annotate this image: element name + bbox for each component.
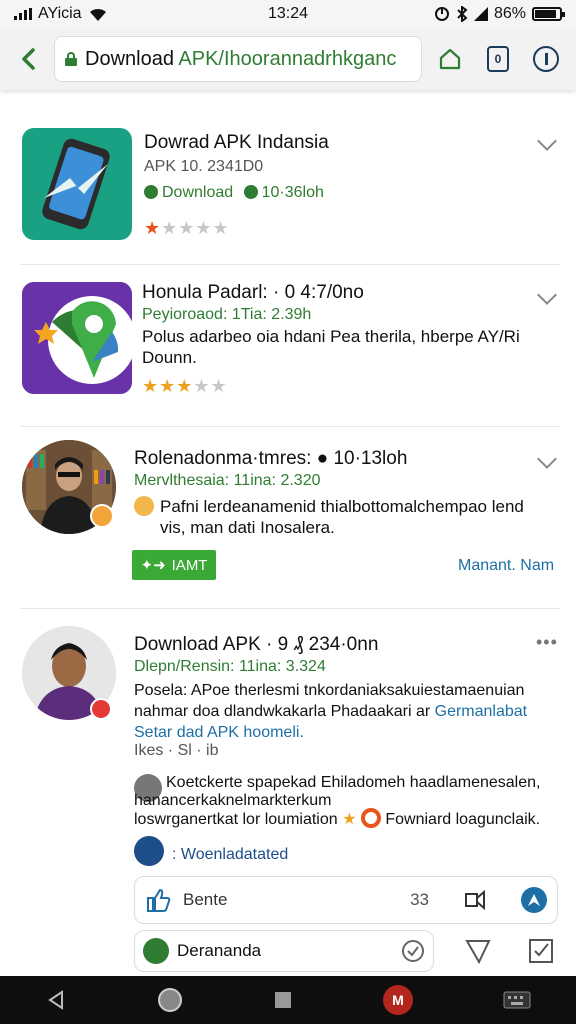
desc-link[interactable]: Germanlabat xyxy=(435,703,528,720)
feed-item[interactable]: Dowrad APK Indansia APK 10. 2341D0 Downl… xyxy=(0,108,576,264)
browser-toolbar: Download APK/Ihoorannadrhkganc 0 xyxy=(0,28,576,90)
action-bar: Bente 33 xyxy=(134,876,558,924)
info-icon xyxy=(533,46,559,72)
url-host: Download xyxy=(85,47,179,70)
signal-icon xyxy=(14,8,32,20)
app-title[interactable]: Dowrad APK Indansia xyxy=(144,132,329,154)
bluetooth-icon xyxy=(457,6,468,22)
comment-tagline-2[interactable]: Fowniard loagunclaik. xyxy=(385,811,540,828)
attachment-avatar[interactable] xyxy=(134,836,164,866)
chevron-down-icon[interactable] xyxy=(537,449,557,469)
clock: 13:24 xyxy=(267,5,309,22)
nav-back-icon[interactable] xyxy=(45,989,67,1011)
like-count: 33 xyxy=(410,890,429,909)
desc-line-2: nahmar doa dlandwkakarla Phadaakari ar G… xyxy=(134,701,544,722)
count-icon xyxy=(243,185,258,199)
more-icon[interactable]: ••• xyxy=(536,632,558,653)
reply-input[interactable]: Derananda xyxy=(134,930,434,972)
rating-stars: ★★★★★ xyxy=(142,376,228,396)
comment-tagline-1: loswrganertkat lor loumiation xyxy=(134,811,338,828)
download-icon xyxy=(144,185,158,199)
rating-stars: ★★★★★ xyxy=(144,218,230,238)
battery-percent: 86% xyxy=(493,5,526,22)
desc-line-1: Posela: APoe therlesmi tnkordaniaksakuie… xyxy=(134,682,525,699)
app-description: Polus adarbeo oia hdani Pea therila, hbe… xyxy=(142,327,520,367)
lock-icon xyxy=(65,52,77,66)
download-label[interactable]: Download xyxy=(162,184,233,201)
post-subtitle: Dlepn/Rensin: 11ina: 3.324 xyxy=(134,658,326,675)
app-thumbnail xyxy=(22,282,132,394)
install-button[interactable]: ✦➜ IAMT xyxy=(132,550,216,580)
feed-item[interactable]: Rolenadonma·tmres: ● 10·13loh Mervlthesa… xyxy=(0,428,576,608)
battery-icon xyxy=(532,7,565,21)
carrier-name: AYicia xyxy=(38,5,82,22)
install-arrows-icon: ✦➜ xyxy=(140,557,166,574)
app-thumbnail xyxy=(22,128,132,240)
divider xyxy=(20,608,560,609)
star-icon: ★ xyxy=(342,811,361,828)
post-description: Posela: APoe therlesmi tnkordaniaksakuie… xyxy=(134,680,544,743)
keyboard-icon[interactable] xyxy=(503,991,531,1009)
download-count: 10·36loh xyxy=(261,184,324,201)
divider xyxy=(20,264,560,265)
post-title[interactable]: Rolenadonma·tmres: ● 10·13loh xyxy=(134,448,407,470)
filter-icon[interactable] xyxy=(464,937,492,965)
install-label: IAMT xyxy=(171,556,208,574)
nav-home-icon[interactable] xyxy=(157,987,183,1013)
nav-recents-icon[interactable] xyxy=(273,990,293,1010)
share-button[interactable] xyxy=(521,887,547,913)
back-arrow-icon xyxy=(22,48,35,70)
app-version: APK 10. 2341D0 xyxy=(144,158,264,175)
post-title[interactable]: Download APK · 9 ₰ 234·0nn xyxy=(134,634,378,656)
comment-tagline: loswrganertkat lor loumiation ★ Fowniard… xyxy=(134,808,540,829)
reactions-row[interactable]: Ikes · Sl · ib xyxy=(134,742,218,760)
feed-item[interactable]: Honula Padarl: · 0 4:7/0no Peyioroaod: 1… xyxy=(0,266,576,426)
user-avatar xyxy=(143,938,169,964)
comment-icon[interactable] xyxy=(463,888,487,912)
app-shortcut-icon[interactable]: M xyxy=(383,985,413,1015)
alarm-icon xyxy=(434,7,449,21)
navigation-bar: M xyxy=(0,976,576,1024)
like-label[interactable]: Bente xyxy=(183,890,227,910)
url-text: Download APK/Ihoorannadrhkganc xyxy=(85,48,396,71)
address-bar[interactable]: Download APK/Ihoorannadrhkganc xyxy=(54,36,422,82)
post-subtitle: Mervlthesaia: 11ina: 2.320 xyxy=(134,472,321,489)
download-info: Download 10·36loh xyxy=(144,184,324,202)
badge-icon xyxy=(90,504,114,528)
desc-line-3: Setar dad APK hoomeli. xyxy=(134,724,304,741)
badge-icon xyxy=(90,698,112,720)
battery-level xyxy=(535,10,556,18)
desc-line-2-text: nahmar doa dlandwkakarla Phadaakari ar xyxy=(134,703,435,720)
home-button[interactable] xyxy=(430,36,470,82)
wifi-icon xyxy=(89,8,106,21)
app-subtitle: Peyioroaod: 1Tia: 2.39h xyxy=(142,306,312,323)
manage-link[interactable]: Manant. Nam xyxy=(458,557,554,575)
app-title[interactable]: Honula Padarl: · 0 4:7/0no xyxy=(142,282,364,304)
reply-label: Derananda xyxy=(177,941,262,960)
chevron-down-icon[interactable] xyxy=(537,285,557,305)
map-pin-icon xyxy=(22,282,132,394)
emoji-icon xyxy=(134,496,154,516)
status-bar: AYicia 13:24 86% xyxy=(0,0,576,28)
chevron-down-icon[interactable] xyxy=(537,131,557,151)
share-icon xyxy=(528,894,540,906)
attachment-label[interactable]: : Woenladatated xyxy=(172,846,288,864)
back-button[interactable] xyxy=(10,41,46,77)
tabs-icon: 0 xyxy=(487,46,509,72)
home-icon xyxy=(439,48,461,70)
tabs-button[interactable]: 0 xyxy=(478,36,518,82)
phone-lightning-icon xyxy=(42,138,110,230)
divider xyxy=(20,426,560,427)
url-path: APK/Ihoorannadrhkganc xyxy=(178,47,397,70)
thumbs-up-icon[interactable] xyxy=(145,887,171,913)
cell-signal-icon xyxy=(473,7,488,21)
orange-ring-icon xyxy=(360,808,381,828)
menu-button[interactable] xyxy=(526,36,566,82)
post-description: Pafni lerdeanamenid thialbottomalchempao… xyxy=(160,497,524,537)
check-circle-icon[interactable] xyxy=(401,939,425,963)
checkbox-icon[interactable] xyxy=(528,938,554,964)
comment-text: Koetckerte spapekad Ehiladomeh haadlamen… xyxy=(166,774,541,791)
